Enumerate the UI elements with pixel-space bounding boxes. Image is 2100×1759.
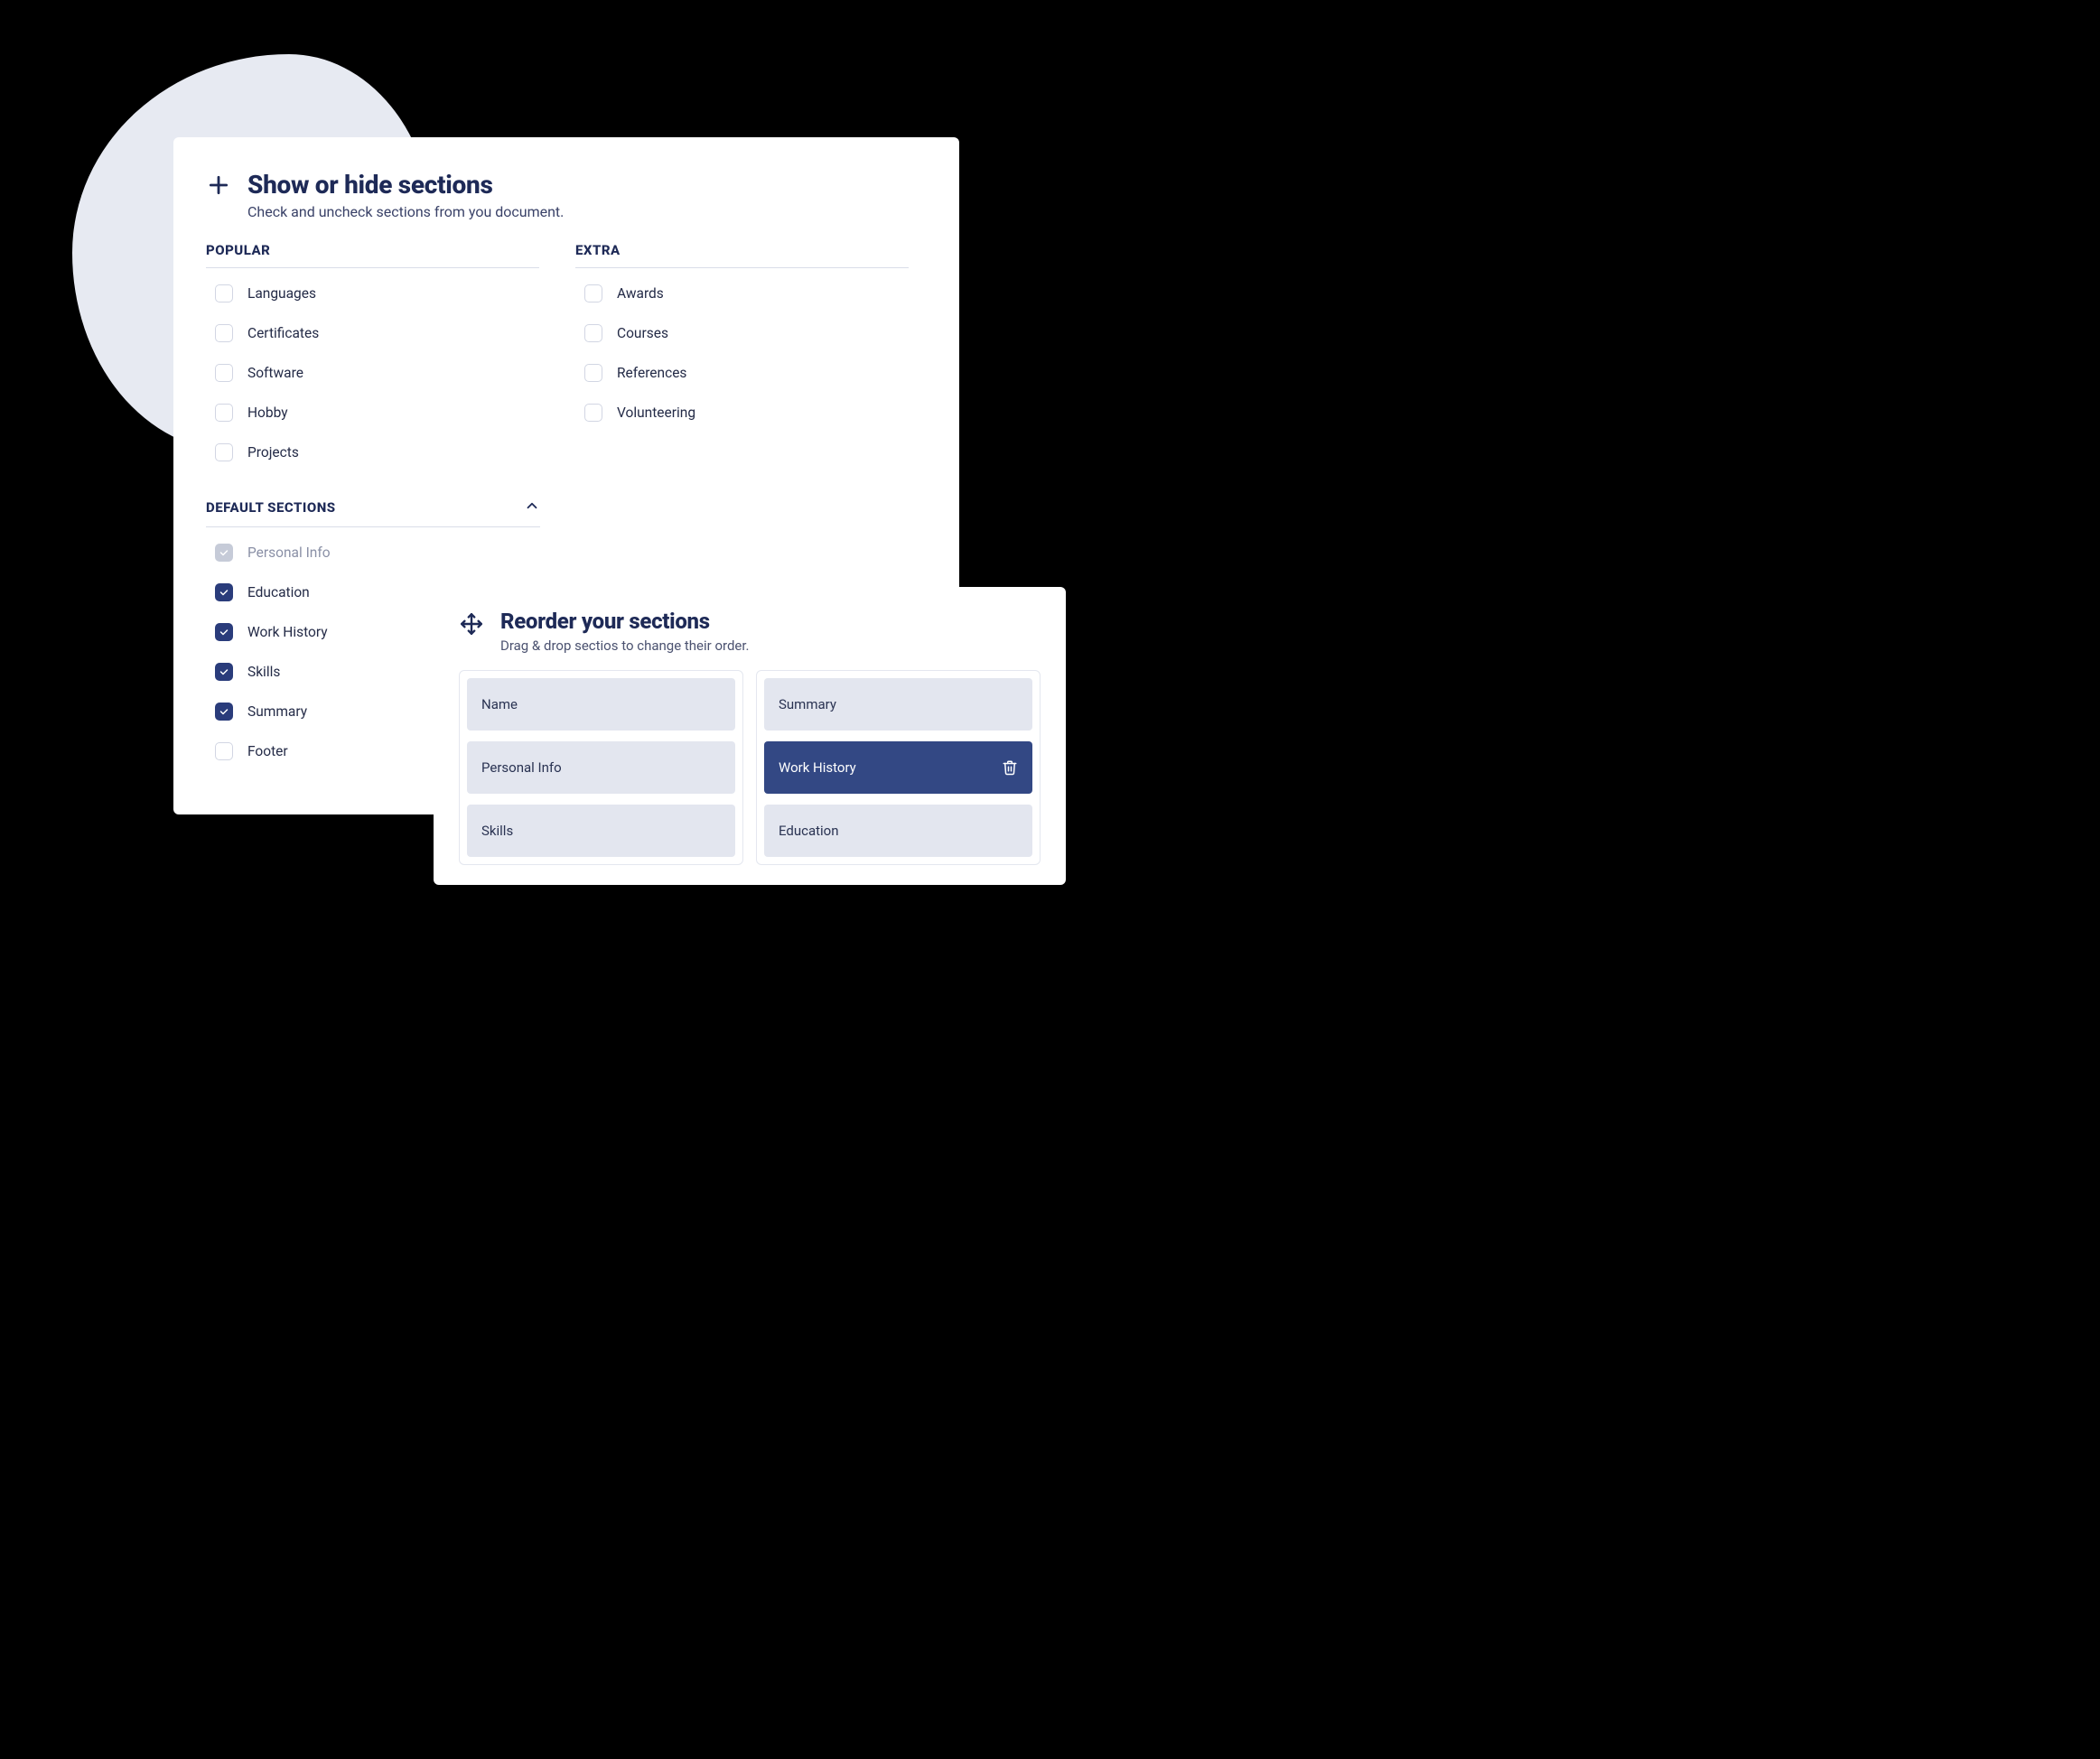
reorder-column-right[interactable]: Summary Work History Education [756, 670, 1041, 865]
checkbox-personal-info: Personal Info [206, 533, 540, 572]
show-hide-subtitle: Check and uncheck sections from you docu… [247, 203, 564, 220]
reorder-item-name[interactable]: Name [467, 678, 735, 731]
reorder-subtitle: Drag & drop sectios to change their orde… [500, 638, 750, 654]
plus-icon [206, 173, 231, 197]
show-hide-header: Show or hide sections Check and uncheck … [206, 170, 909, 220]
reorder-item-label: Name [481, 696, 518, 712]
checkbox-hobby[interactable]: Hobby [206, 393, 539, 433]
default-sections-heading[interactable]: DEFAULT SECTIONS [206, 498, 540, 527]
reorder-item-label: Summary [779, 696, 836, 712]
checkbox-label: Footer [247, 743, 288, 759]
reorder-item-label: Personal Info [481, 759, 562, 776]
checkbox-label: Summary [247, 703, 307, 720]
checkbox-icon [215, 703, 233, 721]
checkbox-label: Awards [617, 285, 664, 302]
reorder-item-personal-info[interactable]: Personal Info [467, 741, 735, 794]
checkbox-references[interactable]: References [575, 353, 909, 393]
checkbox-volunteering[interactable]: Volunteering [575, 393, 909, 433]
checkbox-icon [584, 364, 602, 382]
reorder-item-label: Work History [779, 759, 856, 776]
reorder-item-education[interactable]: Education [764, 805, 1032, 857]
reorder-header: Reorder your sections Drag & drop sectio… [459, 609, 1041, 654]
checkbox-label: Skills [247, 664, 280, 680]
checkbox-awards[interactable]: Awards [575, 274, 909, 313]
reorder-title: Reorder your sections [500, 609, 750, 634]
checkbox-label: Courses [617, 325, 668, 341]
checkbox-label: Certificates [247, 325, 319, 341]
chevron-up-icon [524, 498, 540, 517]
checkbox-label: References [617, 365, 686, 381]
reorder-item-label: Skills [481, 823, 513, 839]
checkbox-icon [584, 324, 602, 342]
checkbox-icon [215, 583, 233, 601]
reorder-item-summary[interactable]: Summary [764, 678, 1032, 731]
reorder-card: Reorder your sections Drag & drop sectio… [434, 587, 1066, 885]
reorder-item-skills[interactable]: Skills [467, 805, 735, 857]
default-sections-heading-label: DEFAULT SECTIONS [206, 499, 336, 516]
checkbox-icon [215, 443, 233, 461]
checkbox-software[interactable]: Software [206, 353, 539, 393]
reorder-column-left[interactable]: Name Personal Info Skills [459, 670, 743, 865]
checkbox-icon [584, 404, 602, 422]
checkbox-label: Volunteering [617, 405, 695, 421]
checkbox-label: Personal Info [247, 544, 331, 561]
checkbox-icon [584, 284, 602, 302]
checkbox-languages[interactable]: Languages [206, 274, 539, 313]
popular-column: POPULAR Languages Certificates Software … [206, 242, 539, 472]
checkbox-label: Languages [247, 285, 316, 302]
popular-heading: POPULAR [206, 242, 539, 268]
checkbox-icon [215, 404, 233, 422]
checkbox-icon [215, 364, 233, 382]
checkbox-icon [215, 324, 233, 342]
checkbox-icon [215, 742, 233, 760]
trash-icon[interactable] [1002, 759, 1018, 776]
checkbox-label: Education [247, 584, 310, 600]
checkbox-projects[interactable]: Projects [206, 433, 539, 472]
checkbox-certificates[interactable]: Certificates [206, 313, 539, 353]
extra-column: EXTRA Awards Courses References Voluntee… [575, 242, 909, 472]
checkbox-courses[interactable]: Courses [575, 313, 909, 353]
show-hide-title: Show or hide sections [247, 170, 564, 200]
reorder-item-label: Education [779, 823, 839, 839]
checkbox-icon [215, 544, 233, 562]
move-icon [459, 612, 484, 636]
extra-heading: EXTRA [575, 242, 909, 268]
checkbox-label: Software [247, 365, 303, 381]
checkbox-icon [215, 663, 233, 681]
checkbox-label: Work History [247, 624, 328, 640]
checkbox-icon [215, 284, 233, 302]
checkbox-label: Projects [247, 444, 299, 461]
checkbox-label: Hobby [247, 405, 288, 421]
checkbox-icon [215, 623, 233, 641]
reorder-item-work-history[interactable]: Work History [764, 741, 1032, 794]
